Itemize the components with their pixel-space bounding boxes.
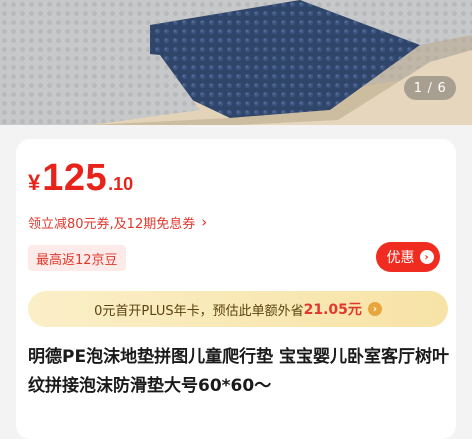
promo-button-label: 优惠 (386, 250, 415, 266)
chevron-right-icon: › (201, 213, 208, 231)
jd-bean-tag: 最高返12京豆 (28, 245, 126, 271)
coupon-link[interactable]: 领立减80元券,及12期免息券 › (28, 213, 208, 233)
jd-bean-text: 最高返12京豆 (36, 252, 118, 268)
pager-total: 6 (437, 80, 447, 96)
product-info-card: ¥ 125 .10 领立减80元券,及12期免息券 › 最高返12京豆 优惠 ›… (16, 139, 456, 439)
promo-button[interactable]: 优惠 › (376, 242, 440, 272)
pager-current: 1 (413, 80, 423, 96)
chevron-right-circle-icon: › (367, 302, 382, 316)
coupon-text: 领立减80元券,及12期免息券 (28, 217, 196, 232)
product-image[interactable]: 1 / 6 (0, 0, 472, 125)
plus-membership-bar[interactable]: 0元首开PLUS年卡，预估此单额外省 21.05元 › (28, 291, 448, 327)
price-decimal: .10 (108, 174, 134, 194)
price-currency: ¥ (28, 170, 41, 195)
product-photo (0, 0, 472, 125)
price-integer: 125 (42, 157, 108, 199)
chevron-right-circle-icon: › (419, 250, 434, 264)
pager-separator: / (427, 80, 433, 96)
plus-text: 0元首开PLUS年卡，预估此单额外省 (94, 303, 304, 319)
product-title: 明德PE泡沫地垫拼图儿童爬行垫 宝宝婴儿卧室客厅树叶纹拼接泡沫防滑垫大号60*6… (28, 347, 449, 396)
image-pager: 1 / 6 (404, 76, 456, 100)
plus-savings-amount: 21.05元 (303, 302, 362, 318)
price: ¥ 125 .10 (28, 159, 133, 197)
